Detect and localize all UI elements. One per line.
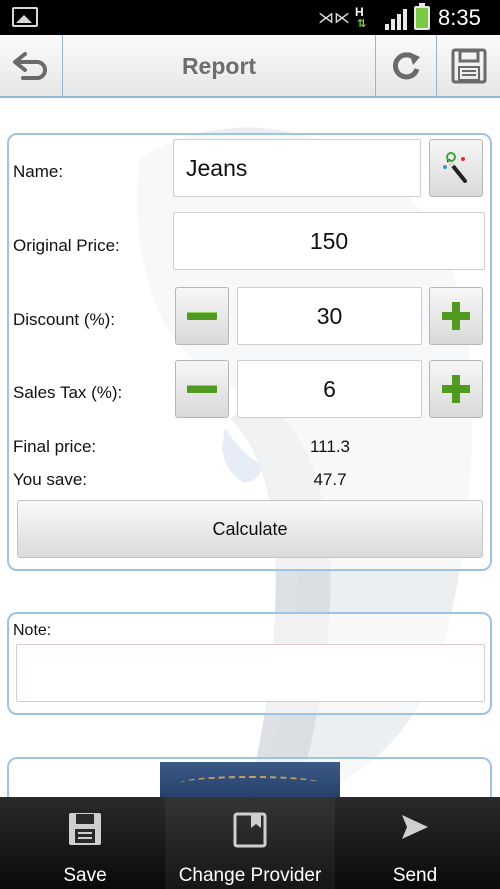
final-price-value: 111.3: [309, 437, 351, 456]
send-icon: [402, 815, 428, 839]
floppy-icon: [69, 813, 101, 845]
magic-wand-icon: [443, 152, 467, 183]
sales-tax-decrease-button[interactable]: [175, 360, 229, 418]
you-save-value: 47.7: [313, 470, 347, 489]
note-input[interactable]: [16, 644, 485, 702]
sales-tax-input[interactable]: 6: [237, 360, 422, 418]
status-clock: 8:35: [438, 5, 481, 30]
change-provider-label: Change Provider: [178, 865, 322, 886]
save-button-label: Save: [63, 865, 107, 886]
minus-icon: [187, 385, 217, 393]
signal-icon: [385, 8, 411, 30]
name-label: Name:: [13, 162, 64, 181]
you-save-label: You save:: [13, 470, 88, 489]
plus-icon: [442, 375, 470, 403]
bookmark-icon: [233, 812, 267, 848]
back-button[interactable]: [0, 35, 63, 96]
send-button-label: Send: [392, 865, 438, 886]
original-price-label: Original Price:: [13, 236, 120, 255]
battery-icon: [414, 3, 430, 30]
discount-decrease-button[interactable]: [175, 287, 229, 345]
status-bar: ⋊⋉ H ⇅ 8:35: [0, 0, 500, 35]
final-price-label: Final price:: [13, 437, 97, 456]
sales-tax-increase-button[interactable]: [429, 360, 483, 418]
discount-label: Discount (%):: [13, 310, 116, 329]
refresh-icon: [392, 51, 420, 79]
sales-tax-label: Sales Tax (%):: [13, 383, 123, 402]
network-h-icon: H ⇅: [355, 5, 367, 30]
floppy-save-icon: [451, 48, 486, 83]
discount-increase-button[interactable]: [429, 287, 483, 345]
action-bar: Report: [0, 35, 500, 98]
change-provider-button[interactable]: Change Provider: [165, 797, 335, 889]
send-button[interactable]: Send: [350, 797, 480, 889]
discount-input[interactable]: 30: [237, 287, 422, 345]
save-toolbar-button[interactable]: [437, 35, 500, 96]
note-label: Note:: [13, 622, 52, 639]
name-suggest-button[interactable]: [429, 139, 483, 197]
minus-icon: [187, 312, 217, 320]
refresh-button[interactable]: [375, 35, 437, 96]
original-price-input[interactable]: 150: [173, 212, 485, 270]
undo-arrow-icon: [13, 51, 47, 80]
bottom-action-bar: Save Change Provider Send: [0, 797, 500, 889]
gallery-icon: [12, 7, 38, 27]
name-input[interactable]: Jeans: [173, 139, 421, 197]
plus-icon: [442, 302, 470, 330]
save-button[interactable]: Save: [20, 797, 150, 889]
calculate-button[interactable]: Calculate: [17, 500, 483, 558]
page-title: Report: [181, 53, 257, 79]
mute-icon: ⋊⋉: [318, 8, 350, 27]
jeans-photo[interactable]: [160, 762, 340, 798]
